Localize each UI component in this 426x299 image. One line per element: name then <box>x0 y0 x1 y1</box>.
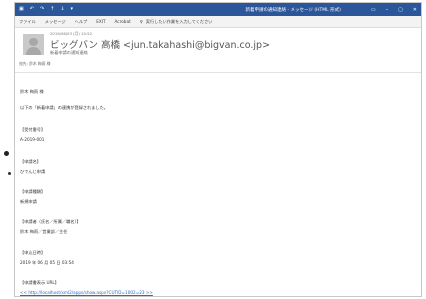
greeting: 鈴木 梅雨 様 <box>20 89 44 94</box>
field-label-application-type: 【申請種類】 <box>20 189 46 194</box>
recipient-line: 宛先: 鈴木 梅雨 様 <box>19 61 51 66</box>
tab-exit[interactable]: EXIT <box>96 19 105 24</box>
field-label-url: 【申請書表示 URL】 <box>20 280 59 285</box>
tell-me-text: 実行したい作業を入力してください <box>145 18 213 24</box>
redo-icon[interactable]: ↷ <box>40 7 44 12</box>
sender-name[interactable]: ビッグバン 高橋 <jun.takahashi@bigvan.co.jp> <box>50 37 270 51</box>
message-subject: 新着申請の通知連絡 <box>50 50 88 55</box>
field-label-applicant: 【申請者（氏名／所属／職名）】 <box>20 219 81 224</box>
minimize-icon[interactable]: – <box>386 7 389 13</box>
field-label-application-date: 【申込日時】 <box>20 250 46 255</box>
field-value-application-name: ひでんじ申請 <box>20 169 46 174</box>
field-value-receipt-number: A-2019-001 <box>20 137 45 142</box>
window-controls: ▭ – ▢ ✕ <box>371 7 417 13</box>
tell-me-box[interactable]: ♀ 実行したい作業を入力してください <box>140 19 213 25</box>
message-header: 2019/06/03 (月) 10:52 ビッグバン 高橋 <jun.takah… <box>15 28 421 73</box>
quick-access-toolbar: ▣ ↶ ↷ ↑ ↓ ▾ <box>19 7 73 12</box>
save-icon[interactable]: ▣ <box>19 7 24 12</box>
bullet-marker-small <box>8 172 11 175</box>
restore-icon[interactable]: ▢ <box>398 7 403 13</box>
up-arrow-icon[interactable]: ↑ <box>50 7 54 12</box>
window-title: 新着申請の通知連絡 - メッセージ (HTML 形式) <box>245 7 341 13</box>
undo-icon[interactable]: ↶ <box>30 7 34 12</box>
application-url-link[interactable]: << http://localhost/xml2/apps/show.aspx?… <box>20 290 153 295</box>
lightbulb-icon: ♀ <box>139 19 143 24</box>
sender-avatar <box>23 34 44 55</box>
tab-file[interactable]: ファイル <box>19 19 36 25</box>
tab-message[interactable]: メッセージ <box>45 19 66 25</box>
close-icon[interactable]: ✕ <box>413 7 417 13</box>
field-value-application-type: 新規申請 <box>20 199 37 204</box>
field-value-applicant: 鈴木 梅雨／営業部／主任 <box>20 229 68 234</box>
title-bar: ▣ ↶ ↷ ↑ ↓ ▾ 新着申請の通知連絡 - メッセージ (HTML 形式) … <box>15 3 421 16</box>
tab-help[interactable]: ヘルプ <box>75 19 88 25</box>
left-gutter <box>0 0 14 299</box>
down-arrow-icon[interactable]: ↓ <box>60 7 64 12</box>
field-value-application-date: 2019 年 06 月 05 日 03:54 <box>20 260 74 265</box>
bullet-marker <box>4 151 9 156</box>
intro-text: 以下の「新着申請」の連携が登録されました。 <box>20 105 108 110</box>
outlook-message-window: ▣ ↶ ↷ ↑ ↓ ▾ 新着申請の通知連絡 - メッセージ (HTML 形式) … <box>14 2 422 297</box>
tab-acrobat[interactable]: Acrobat <box>115 19 131 24</box>
ribbon-tabs: ファイル メッセージ ヘルプ EXIT Acrobat ♀ 実行したい作業を入力… <box>15 16 421 28</box>
field-label-application-name: 【申請名】 <box>20 159 41 164</box>
ribbon-display-icon[interactable]: ▭ <box>371 7 376 13</box>
field-label-receipt-number: 【受付番号】 <box>20 127 46 132</box>
